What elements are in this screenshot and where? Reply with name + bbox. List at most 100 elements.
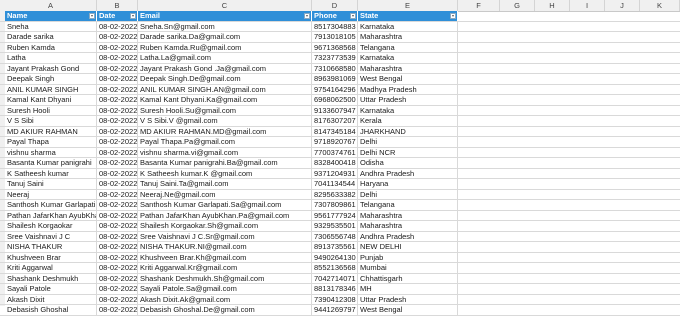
table-cell[interactable]: 08-02-2022 — [97, 126, 138, 136]
table-cell[interactable]: Suresh Hooli — [5, 105, 97, 115]
table-cell[interactable]: 08-02-2022 — [97, 158, 138, 168]
table-cell[interactable]: 8176307207 — [312, 116, 358, 126]
table-cell[interactable]: Punjab — [358, 252, 458, 262]
table-cell[interactable]: 08-02-2022 — [97, 242, 138, 252]
column-header-g[interactable]: G — [500, 0, 535, 11]
table-cell[interactable]: Delhi — [358, 189, 458, 199]
table-cell[interactable]: Kerala — [358, 116, 458, 126]
filter-dropdown-icon[interactable] — [89, 13, 95, 19]
table-cell[interactable]: 8328400418 — [312, 158, 358, 168]
table-cell[interactable]: 7390412308 — [312, 294, 358, 304]
table-cell[interactable]: MD AKIUR RAHMAN.MD@gmail.com — [138, 126, 312, 136]
table-cell[interactable]: 08-02-2022 — [97, 231, 138, 241]
table-cell[interactable]: Delhi NCR — [358, 147, 458, 157]
table-cell[interactable]: Uttar Pradesh — [358, 294, 458, 304]
table-cell[interactable]: Karnataka — [358, 105, 458, 115]
table-cell[interactable]: 08-02-2022 — [97, 53, 138, 63]
table-cell[interactable]: 9490264130 — [312, 252, 358, 262]
table-cell[interactable]: Payal Thapa — [5, 137, 97, 147]
table-cell[interactable]: 7700374761 — [312, 147, 358, 157]
table-cell[interactable]: 08-02-2022 — [97, 284, 138, 294]
column-header-k[interactable]: K — [640, 0, 680, 11]
table-cell[interactable]: Payal Thapa.Pa@gmail.com — [138, 137, 312, 147]
table-cell[interactable]: Kamal Kant Dhyani.Ka@gmail.com — [138, 95, 312, 105]
table-cell[interactable]: Kriti Aggarwal.Kr@gmail.com — [138, 263, 312, 273]
table-cell[interactable]: ANIL KUMAR SINGH.AN@gmail.com — [138, 84, 312, 94]
table-cell[interactable]: Khushveen Brar.Kh@gmail.com — [138, 252, 312, 262]
table-cell[interactable]: Maharashtra — [358, 221, 458, 231]
table-cell[interactable]: Karnataka — [358, 53, 458, 63]
table-cell[interactable]: 08-02-2022 — [97, 263, 138, 273]
table-cell[interactable]: 9671368568 — [312, 42, 358, 52]
table-cell[interactable]: 9718920767 — [312, 137, 358, 147]
table-cell[interactable]: 8147345184 — [312, 126, 358, 136]
table-cell[interactable]: JHARKHAND — [358, 126, 458, 136]
table-cell[interactable]: Darade sarika — [5, 32, 97, 42]
header-cell-email[interactable]: Email — [138, 11, 312, 21]
table-cell[interactable]: 8552136568 — [312, 263, 358, 273]
table-cell[interactable]: 9561777924 — [312, 210, 358, 220]
table-cell[interactable]: ANIL KUMAR SINGH — [5, 84, 97, 94]
table-cell[interactable]: NEW DELHI — [358, 242, 458, 252]
table-cell[interactable]: Tanuj Saini — [5, 179, 97, 189]
table-cell[interactable]: Telangana — [358, 42, 458, 52]
table-cell[interactable]: Maharashtra — [358, 210, 458, 220]
table-cell[interactable]: 08-02-2022 — [97, 95, 138, 105]
table-cell[interactable]: 08-02-2022 — [97, 221, 138, 231]
table-cell[interactable]: 7307809861 — [312, 200, 358, 210]
table-cell[interactable]: Mumbai — [358, 263, 458, 273]
table-cell[interactable]: 08-02-2022 — [97, 294, 138, 304]
table-cell[interactable]: 08-02-2022 — [97, 32, 138, 42]
table-cell[interactable]: K Satheesh kumar — [5, 168, 97, 178]
table-cell[interactable]: Ruben Kamda.Ru@gmail.com — [138, 42, 312, 52]
table-cell[interactable]: Uttar Pradesh — [358, 95, 458, 105]
table-cell[interactable]: 08-02-2022 — [97, 74, 138, 84]
table-cell[interactable]: Andhra Pradesh — [358, 231, 458, 241]
table-cell[interactable]: 08-02-2022 — [97, 21, 138, 31]
table-cell[interactable]: Sneha.Sn@gmail.com — [138, 21, 312, 31]
table-cell[interactable]: K Satheesh kumar.K @gmail.com — [138, 168, 312, 178]
table-cell[interactable]: 08-02-2022 — [97, 63, 138, 73]
table-cell[interactable]: 08-02-2022 — [97, 210, 138, 220]
table-cell[interactable]: Deepak Singh.De@gmail.com — [138, 74, 312, 84]
table-cell[interactable]: 08-02-2022 — [97, 305, 138, 315]
column-header-c[interactable]: C — [138, 0, 312, 11]
table-cell[interactable]: 9441269797 — [312, 305, 358, 315]
table-cell[interactable]: 08-02-2022 — [97, 84, 138, 94]
table-cell[interactable]: 7042714071 — [312, 273, 358, 283]
table-cell[interactable]: 08-02-2022 — [97, 273, 138, 283]
table-cell[interactable]: Santhosh Kumar Garlapati.Sa@gmail.com — [138, 200, 312, 210]
table-cell[interactable]: Delhi — [358, 137, 458, 147]
filter-dropdown-icon[interactable] — [450, 13, 456, 19]
table-cell[interactable]: 08-02-2022 — [97, 105, 138, 115]
table-cell[interactable]: Debasish Ghoshal.De@gmail.com — [138, 305, 312, 315]
table-cell[interactable]: Shailesh Korgaokar.Sh@gmail.com — [138, 221, 312, 231]
table-cell[interactable]: V S Sibi.V @gmail.com — [138, 116, 312, 126]
table-cell[interactable]: Pathan JafarKhan AyubKhan — [5, 210, 97, 220]
table-cell[interactable]: Jayant Prakash Gond .Ja@gmail.com — [138, 63, 312, 73]
table-cell[interactable]: West Bengal — [358, 74, 458, 84]
table-cell[interactable]: Sree Vaishnavi J C — [5, 231, 97, 241]
header-cell-phone[interactable]: Phone — [312, 11, 358, 21]
table-cell[interactable]: 6968062500 — [312, 95, 358, 105]
table-cell[interactable]: Debasish Ghoshal — [5, 305, 97, 315]
table-cell[interactable]: Latha.La@gmail.com — [138, 53, 312, 63]
table-cell[interactable]: 7323773539 — [312, 53, 358, 63]
table-cell[interactable]: 9754164296 — [312, 84, 358, 94]
table-cell[interactable]: Akash Dixit.Ak@gmail.com — [138, 294, 312, 304]
table-cell[interactable]: Kriti Aggarwal — [5, 263, 97, 273]
table-cell[interactable]: 08-02-2022 — [97, 200, 138, 210]
table-cell[interactable]: 9133607947 — [312, 105, 358, 115]
column-header-i[interactable]: I — [570, 0, 605, 11]
table-cell[interactable]: 7041134544 — [312, 179, 358, 189]
table-cell[interactable]: 08-02-2022 — [97, 147, 138, 157]
table-cell[interactable]: Haryana — [358, 179, 458, 189]
table-cell[interactable]: Basanta Kumar panigrahi.Ba@gmail.com — [138, 158, 312, 168]
table-cell[interactable]: Suresh Hooli.Su@gmail.com — [138, 105, 312, 115]
table-cell[interactable]: Chhattisgarh — [358, 273, 458, 283]
filter-dropdown-icon[interactable] — [304, 13, 310, 19]
table-cell[interactable]: Akash Dixit — [5, 294, 97, 304]
table-cell[interactable]: vishnu sharma — [5, 147, 97, 157]
table-cell[interactable]: 8295633382 — [312, 189, 358, 199]
table-cell[interactable]: 08-02-2022 — [97, 168, 138, 178]
